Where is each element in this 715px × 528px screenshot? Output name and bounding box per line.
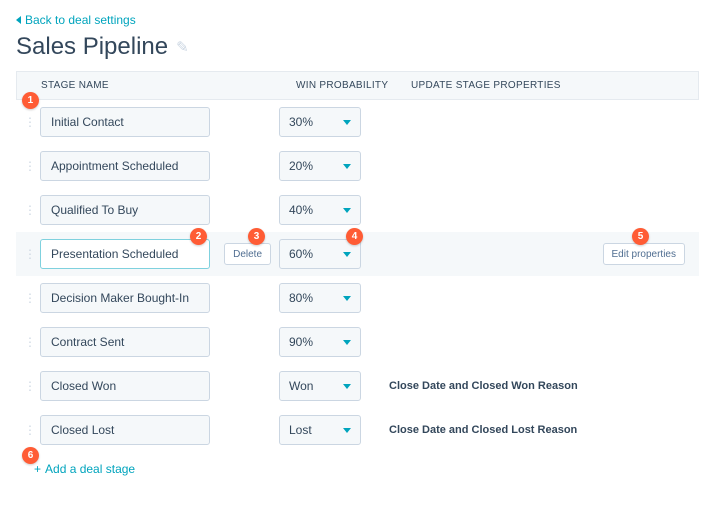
table-row: ⋮⋮ Presentation Scheduled Delete 60% Edi… — [16, 232, 699, 276]
win-probability-select[interactable]: Lost — [279, 415, 361, 445]
pencil-icon[interactable]: ✎ — [176, 38, 189, 56]
page-title-text: Sales Pipeline — [16, 33, 168, 61]
drag-handle-icon[interactable]: ⋮⋮ — [24, 426, 40, 434]
column-header-stage-name: STAGE NAME — [41, 80, 296, 91]
drag-handle-icon[interactable]: ⋮⋮ — [24, 162, 40, 170]
add-deal-stage-label: Add a deal stage — [45, 462, 135, 476]
win-probability-select[interactable]: 40% — [279, 195, 361, 225]
stage-name-input[interactable]: Appointment Scheduled — [40, 151, 210, 181]
back-to-deal-settings-link[interactable]: Back to deal settings — [16, 13, 136, 27]
back-link-label: Back to deal settings — [25, 13, 136, 27]
chevron-down-icon — [343, 384, 351, 389]
win-probability-select[interactable]: 30% — [279, 107, 361, 137]
page-title: Sales Pipeline ✎ — [16, 33, 699, 61]
stage-name-input[interactable]: Contract Sent — [40, 327, 210, 357]
drag-handle-icon[interactable]: ⋮⋮ — [24, 294, 40, 302]
win-probability-value: 30% — [289, 115, 313, 129]
win-probability-value: 80% — [289, 291, 313, 305]
plus-icon: + — [34, 462, 41, 476]
win-probability-value: 20% — [289, 159, 313, 173]
drag-handle-icon[interactable]: ⋮⋮ — [24, 206, 40, 214]
update-stage-properties-text: Close Date and Closed Lost Reason — [361, 424, 691, 436]
stage-name-input[interactable]: Qualified To Buy — [40, 195, 210, 225]
table-row: ⋮⋮ Decision Maker Bought-In 80% — [16, 276, 699, 320]
win-probability-value: 40% — [289, 203, 313, 217]
chevron-down-icon — [343, 428, 351, 433]
drag-handle-icon[interactable]: ⋮⋮ — [24, 382, 40, 390]
update-stage-properties-text: Close Date and Closed Won Reason — [361, 380, 691, 392]
edit-properties-button[interactable]: Edit properties — [603, 243, 685, 265]
win-probability-select[interactable]: 20% — [279, 151, 361, 181]
stage-name-input[interactable]: Decision Maker Bought-In — [40, 283, 210, 313]
drag-handle-icon[interactable]: ⋮⋮ — [24, 118, 40, 126]
add-deal-stage-button[interactable]: + Add a deal stage — [34, 462, 135, 476]
win-probability-select[interactable]: 90% — [279, 327, 361, 357]
drag-handle-icon[interactable]: ⋮⋮ — [24, 250, 40, 258]
win-probability-value: 60% — [289, 247, 313, 261]
table-row: ⋮⋮ Contract Sent 90% — [16, 320, 699, 364]
chevron-down-icon — [343, 208, 351, 213]
column-header-update-stage-properties: UPDATE STAGE PROPERTIES — [411, 80, 690, 91]
column-header-win-probability: WIN PROBABILITY — [296, 80, 411, 91]
table-row: ⋮⋮ Appointment Scheduled 20% — [16, 144, 699, 188]
chevron-down-icon — [343, 120, 351, 125]
chevron-down-icon — [343, 296, 351, 301]
table-row: ⋮⋮ Closed Won Won Close Date and Closed … — [16, 364, 699, 408]
chevron-left-icon — [16, 16, 21, 24]
win-probability-select[interactable]: 60% — [279, 239, 361, 269]
win-probability-value: Lost — [289, 423, 312, 437]
win-probability-value: Won — [289, 379, 313, 393]
chevron-down-icon — [343, 252, 351, 257]
table-row: ⋮⋮ Qualified To Buy 40% — [16, 188, 699, 232]
chevron-down-icon — [343, 164, 351, 169]
chevron-down-icon — [343, 340, 351, 345]
win-probability-select[interactable]: Won — [279, 371, 361, 401]
table-header: STAGE NAME WIN PROBABILITY UPDATE STAGE … — [16, 71, 699, 100]
delete-button[interactable]: Delete — [224, 243, 271, 265]
win-probability-select[interactable]: 80% — [279, 283, 361, 313]
stage-name-input[interactable]: Closed Lost — [40, 415, 210, 445]
table-row: ⋮⋮ Closed Lost Lost Close Date and Close… — [16, 408, 699, 452]
drag-handle-icon[interactable]: ⋮⋮ — [24, 338, 40, 346]
stage-name-input[interactable]: Closed Won — [40, 371, 210, 401]
stage-name-input[interactable]: Presentation Scheduled — [40, 239, 210, 269]
stage-name-input[interactable]: Initial Contact — [40, 107, 210, 137]
win-probability-value: 90% — [289, 335, 313, 349]
table-row: ⋮⋮ Initial Contact 30% — [16, 100, 699, 144]
